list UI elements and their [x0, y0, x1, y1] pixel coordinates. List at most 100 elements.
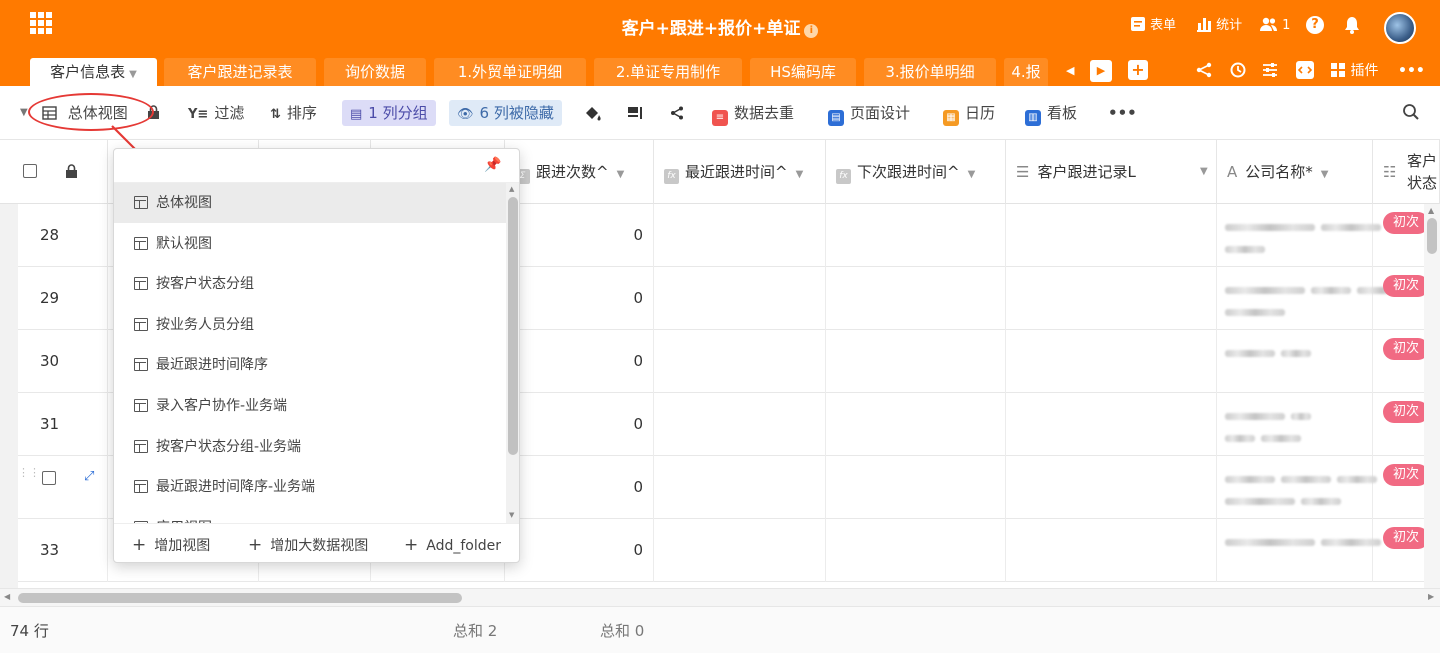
table-cell[interactable]: 0: [505, 204, 654, 267]
tab-customer-info[interactable]: 客户信息表 ▼: [30, 58, 157, 86]
chevron-down-icon[interactable]: ▼: [796, 169, 804, 180]
table-cell[interactable]: 0: [505, 393, 654, 456]
sum-follow-a[interactable]: 总和 2: [453, 620, 497, 641]
kanban-button[interactable]: ▥ 看板: [1025, 100, 1077, 126]
table-cell[interactable]: [1217, 330, 1373, 393]
table-cell[interactable]: [654, 393, 826, 456]
table-cell[interactable]: [654, 330, 826, 393]
vertical-scroll-thumb[interactable]: [1427, 218, 1437, 254]
add-big-data-view-button[interactable]: + 增加大数据视图: [248, 535, 368, 555]
table-cell[interactable]: [1217, 393, 1373, 456]
tab-inquiry[interactable]: 询价数据: [324, 58, 426, 86]
members-button[interactable]: 1: [1260, 16, 1290, 36]
info-icon[interactable]: i: [804, 24, 819, 38]
chevron-down-icon[interactable]: ▼: [1321, 169, 1329, 180]
header-next-follow[interactable]: fx 下次跟进时间^ ▼: [826, 140, 1006, 204]
stats-button[interactable]: 统计: [1196, 16, 1242, 36]
table-cell[interactable]: [826, 267, 1006, 330]
table-cell[interactable]: [1006, 267, 1217, 330]
view-menu-item[interactable]: 最近跟进时间降序: [114, 345, 506, 385]
header-company[interactable]: A 公司名称* ▼: [1217, 140, 1373, 204]
scroll-up-icon[interactable]: ▲: [1428, 206, 1434, 215]
code-embed-icon[interactable]: [1296, 61, 1314, 79]
help-icon[interactable]: ?: [1306, 16, 1324, 34]
expand-row-icon[interactable]: ⤢: [84, 469, 94, 484]
table-cell[interactable]: [826, 204, 1006, 267]
view-menu-item[interactable]: 按业务人员分组: [114, 305, 506, 345]
vertical-scrollbar[interactable]: ▲: [1424, 204, 1440, 588]
table-cell[interactable]: 0: [505, 330, 654, 393]
scroll-down-icon[interactable]: ▼: [509, 511, 514, 519]
tab-scroll-left-icon[interactable]: ◀: [1066, 62, 1074, 80]
table-cell[interactable]: [654, 456, 826, 519]
table-cell[interactable]: [1217, 204, 1381, 267]
tab-doc-making[interactable]: 2.单证专用制作: [594, 58, 742, 86]
view-menu-item[interactable]: 按客户状态分组: [114, 264, 506, 304]
view-list-scrollbar[interactable]: ▲ ▼: [506, 183, 519, 523]
header-follow-record[interactable]: ☰ 客户跟进记录L ▼: [1006, 140, 1217, 204]
header-status[interactable]: ☷ 客户 状态: [1373, 140, 1440, 204]
scroll-right-icon[interactable]: ▶: [1428, 592, 1434, 601]
fill-color-icon[interactable]: [584, 100, 602, 126]
tab-trade-docs[interactable]: 1.外贸单证明细: [434, 58, 586, 86]
settings-sliders-icon[interactable]: [1262, 62, 1278, 83]
drag-handle-icon[interactable]: ⋮⋮: [18, 466, 40, 479]
plugin-button[interactable]: 插件: [1330, 62, 1378, 80]
table-cell[interactable]: 0: [505, 456, 654, 519]
bell-icon[interactable]: [1344, 16, 1360, 41]
view-menu-item[interactable]: 最近跟进时间降序-业务端: [114, 467, 506, 507]
chevron-down-icon[interactable]: ▼: [129, 69, 137, 80]
row-height-icon[interactable]: [627, 100, 643, 126]
chevron-down-icon[interactable]: ▼: [1200, 140, 1208, 204]
more-icon[interactable]: •••: [1398, 62, 1425, 80]
view-menu-item[interactable]: 总体视图: [114, 183, 506, 223]
lock-icon[interactable]: [65, 164, 78, 179]
tab-follow-records[interactable]: 客户跟进记录表: [164, 58, 316, 86]
row-checkbox[interactable]: [42, 471, 56, 485]
table-cell[interactable]: [826, 393, 1006, 456]
tab-hs-codes[interactable]: HS编码库: [750, 58, 856, 86]
sort-button[interactable]: ⇅ 排序: [270, 100, 317, 126]
scroll-up-icon[interactable]: ▲: [509, 185, 514, 193]
more-tools-icon[interactable]: •••: [1108, 100, 1137, 126]
tab-scroll-right-icon[interactable]: ▶: [1090, 60, 1112, 82]
table-cell[interactable]: 0: [505, 267, 654, 330]
filter-button[interactable]: Y≡ 过滤: [188, 100, 244, 126]
hidden-columns-button[interactable]: 👁 6 列被隐藏: [449, 100, 562, 126]
horizontal-scroll-thumb[interactable]: [18, 593, 462, 603]
header-last-follow[interactable]: fx 最近跟进时间^ ▼: [654, 140, 826, 204]
form-button[interactable]: 表单: [1130, 16, 1176, 36]
table-cell[interactable]: 0: [505, 519, 654, 582]
scroll-left-icon[interactable]: ◀: [4, 592, 10, 601]
table-cell[interactable]: [1217, 267, 1407, 330]
table-cell[interactable]: [1217, 456, 1377, 519]
table-cell[interactable]: [1006, 393, 1217, 456]
page-design-button[interactable]: ▤ 页面设计: [828, 100, 910, 126]
table-cell[interactable]: [654, 204, 826, 267]
table-cell[interactable]: [1006, 204, 1217, 267]
chevron-down-icon[interactable]: ▼: [968, 169, 976, 180]
table-cell[interactable]: [654, 267, 826, 330]
share-view-icon[interactable]: [670, 100, 684, 126]
table-cell[interactable]: [1217, 519, 1381, 582]
share-icon[interactable]: [1196, 62, 1212, 83]
add-table-icon[interactable]: +: [1128, 60, 1148, 80]
table-cell[interactable]: [1006, 456, 1217, 519]
collapse-triangle-icon[interactable]: ▼: [20, 100, 28, 126]
table-cell[interactable]: [826, 519, 1006, 582]
table-cell[interactable]: [1006, 519, 1217, 582]
table-cell[interactable]: [826, 456, 1006, 519]
tab-quote-details[interactable]: 3.报价单明细: [864, 58, 996, 86]
tab-more-truncated[interactable]: 4.报: [1004, 58, 1048, 86]
select-all-checkbox[interactable]: [23, 164, 37, 178]
add-folder-button[interactable]: + Add_folder: [404, 535, 501, 555]
table-cell[interactable]: [826, 330, 1006, 393]
avatar[interactable]: [1384, 12, 1416, 44]
search-icon[interactable]: [1402, 100, 1420, 126]
view-menu-item[interactable]: 录入客户协作-业务端: [114, 386, 506, 426]
group-button[interactable]: ▤ 1 列分组: [342, 100, 436, 126]
history-icon[interactable]: [1230, 62, 1246, 83]
view-menu-item[interactable]: 按客户状态分组-业务端: [114, 427, 506, 467]
pin-icon[interactable]: 📌: [484, 157, 501, 173]
add-view-button[interactable]: + 增加视图: [132, 535, 210, 555]
